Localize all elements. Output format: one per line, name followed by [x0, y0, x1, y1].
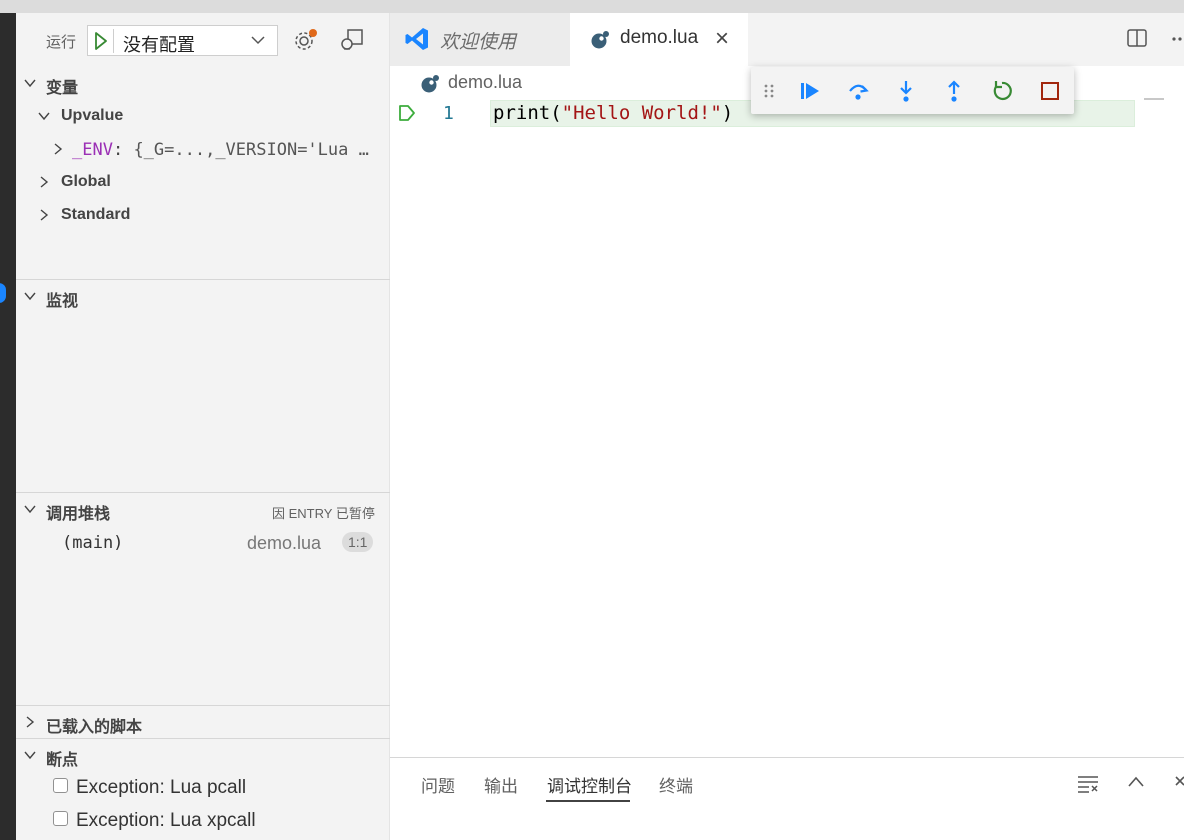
standard-scope[interactable]: Standard [61, 206, 130, 224]
panel-border [390, 757, 1184, 758]
call-stack-header[interactable]: 调用堆栈 [46, 500, 110, 524]
loaded-scripts-header[interactable]: 已载入的脚本 [46, 713, 142, 737]
env-variable-name: _ENV [72, 140, 113, 160]
breakpoint-checkbox-xpcall[interactable] [53, 811, 68, 826]
editor-tab-bar: 欢迎使用 demo.lua × [390, 13, 1184, 66]
launch-config-value: 没有配置 [123, 35, 195, 55]
chevron-down-icon[interactable] [24, 290, 36, 302]
tab-problems[interactable]: 问题 [421, 772, 455, 797]
section-divider [16, 279, 390, 280]
tab-welcome-label: 欢迎使用 [440, 32, 517, 53]
activity-bar [0, 13, 16, 840]
step-into-icon[interactable] [893, 78, 919, 104]
upvalue-scope[interactable]: Upvalue [61, 107, 123, 125]
chevron-down-icon[interactable] [24, 503, 36, 515]
chevron-down-icon[interactable] [251, 35, 265, 45]
continue-icon[interactable] [797, 78, 823, 104]
gear-icon[interactable] [292, 27, 318, 53]
chevron-up-icon[interactable] [1127, 775, 1145, 789]
section-divider [16, 705, 390, 706]
close-panel-icon[interactable] [1174, 774, 1184, 792]
tab-terminal[interactable]: 终端 [659, 772, 693, 797]
breakpoint-label-pcall: Exception: Lua pcall [76, 777, 247, 798]
breadcrumb[interactable]: demo.lua [448, 72, 522, 93]
code-line[interactable]: print("Hello World!") [493, 102, 733, 124]
run-label: 运行 [46, 34, 77, 51]
stack-frame-row[interactable]: (main) demo.lua 1:1 [16, 528, 390, 558]
breakpoint-checkbox-pcall[interactable] [53, 778, 68, 793]
chevron-down-icon[interactable] [38, 110, 50, 122]
config-separator [113, 29, 114, 53]
env-variable-value: {_G=...,_VERSION='Lua … [123, 140, 369, 160]
more-actions-icon[interactable] [1170, 27, 1184, 49]
global-scope[interactable]: Global [61, 173, 111, 191]
launch-config-select[interactable]: 没有配置 [87, 25, 278, 56]
close-icon[interactable]: × [715, 25, 729, 53]
section-divider [16, 738, 390, 739]
debug-console-icon[interactable] [339, 27, 365, 53]
debug-toolbar [751, 67, 1074, 114]
tab-output[interactable]: 输出 [484, 772, 518, 797]
stop-icon[interactable] [1037, 78, 1063, 104]
debug-sidebar: 运行 没有配置 变量 Upvalue _ENV: {_G=...,_VERSIO… [16, 13, 390, 840]
tab-welcome[interactable]: 欢迎使用 [390, 13, 570, 66]
chevron-down-icon[interactable] [24, 749, 36, 761]
run-play-icon[interactable] [94, 32, 108, 50]
stack-frame-name: (main) [62, 533, 124, 553]
chevron-right-icon[interactable] [38, 209, 50, 221]
chevron-right-icon[interactable] [24, 716, 36, 728]
current-execution-arrow-icon [399, 105, 415, 121]
minimap-slider[interactable] [1144, 98, 1164, 100]
code-string: "Hello World!" [561, 102, 722, 124]
tab-demo-lua-label: demo.lua [620, 27, 699, 48]
vscode-logo-icon [405, 28, 428, 50]
call-stack-status: 因 ENTRY 已暂停 [272, 506, 375, 521]
chevron-down-icon[interactable] [24, 77, 36, 89]
restart-icon[interactable] [989, 78, 1015, 104]
step-out-icon[interactable] [941, 78, 967, 104]
breakpoints-header[interactable]: 断点 [46, 746, 78, 770]
lua-file-icon [421, 75, 439, 93]
variables-header[interactable]: 变量 [46, 74, 78, 98]
chevron-right-icon[interactable] [52, 143, 64, 155]
section-divider [16, 492, 390, 493]
active-tab-underline [546, 800, 630, 802]
stack-frame-file: demo.lua [247, 533, 322, 553]
tab-demo-lua[interactable]: demo.lua × [570, 13, 748, 66]
line-number: 1 [443, 103, 454, 124]
step-over-icon[interactable] [845, 78, 871, 104]
code-close-paren: ) [721, 102, 734, 124]
stack-frame-position: 1:1 [342, 532, 374, 552]
breakpoint-label-xpcall: Exception: Lua xpcall [76, 810, 256, 831]
drag-handle-icon[interactable] [761, 78, 777, 104]
chevron-right-icon[interactable] [38, 176, 50, 188]
clear-console-icon[interactable] [1076, 772, 1100, 794]
lua-file-icon [591, 31, 609, 49]
tab-debug-console[interactable]: 调试控制台 [547, 772, 632, 797]
window-top-strip [0, 0, 1184, 13]
watch-header[interactable]: 监视 [46, 287, 78, 311]
env-variable[interactable]: _ENV: {_G=...,_VERSION='Lua … [72, 140, 369, 160]
split-editor-icon[interactable] [1126, 27, 1148, 49]
code-function: print( [493, 102, 562, 124]
